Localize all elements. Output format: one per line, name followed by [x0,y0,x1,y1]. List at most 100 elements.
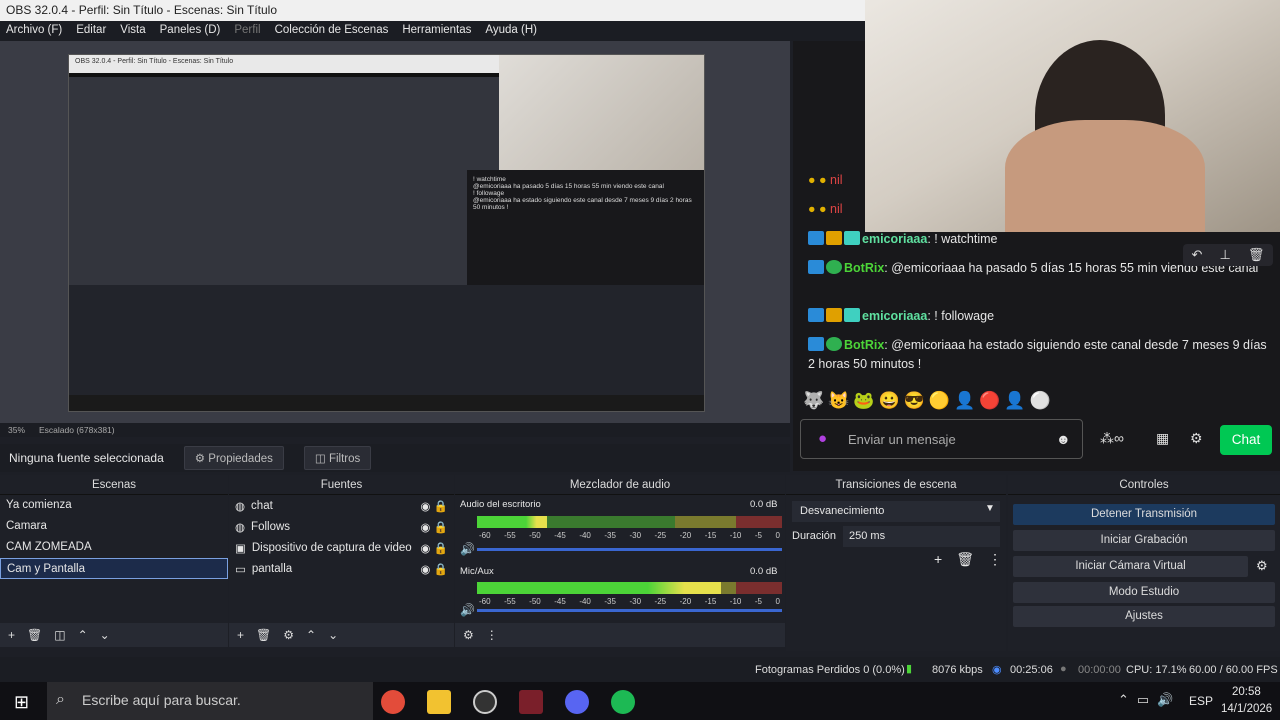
chrome-icon[interactable] [381,690,405,714]
lock-icon[interactable]: 🔒 [434,499,448,513]
badge-icon [808,337,824,351]
pin-icon[interactable]: ⊥ [1220,247,1231,263]
trash-icon[interactable]: 🗑 [256,628,271,642]
app-icon[interactable] [519,690,543,714]
scene-item[interactable]: Camara [0,516,228,537]
dropped-frames: Fotogramas Perdidos 0 (0.0%) [755,664,905,676]
transition-select[interactable]: Desvanecimiento [792,501,1000,522]
trash-icon[interactable]: 🗑 [956,551,974,568]
gear-icon[interactable]: ⚙ [1256,558,1268,574]
duration-input[interactable]: 250 ms [843,526,1000,547]
controls-title: Controles [1008,475,1280,495]
menu-vista[interactable]: Vista [120,24,145,41]
source-item[interactable]: ▭ pantalla ◉ 🔒 [229,558,454,579]
cpu-usage: CPU: 17.1% [1126,664,1187,676]
mic-icon[interactable]: ● [818,430,827,447]
filter-icon: ◫ [314,453,329,465]
source-item[interactable]: ▣ Dispositivo de captura de video ◉ 🔒 [229,537,454,558]
stop-stream-button[interactable]: Detener Transmisión [1013,504,1275,525]
taskbar-search[interactable]: Escribe aquí para buscar. [47,682,373,720]
volume-icon[interactable]: 🔊 [460,542,475,556]
up-icon[interactable]: ⌃ [78,628,88,642]
more-icon[interactable]: ⋮ [988,551,1002,568]
menu-archivo[interactable]: Archivo (F) [6,24,62,41]
nested-chat-line: @emicoriaaa ha estado siguiendo este can… [473,197,692,211]
eye-icon[interactable]: ◉ [420,562,430,576]
windows-start-icon[interactable]: ⊞ [14,692,29,713]
clock-date: 14/1/2026 [1221,703,1273,715]
nested-chat: ! watchtime @emicoriaaa ha pasado 5 días… [467,170,704,285]
meter-fill [477,582,721,594]
obs-icon[interactable] [473,690,497,714]
audio-meter [477,516,782,528]
virtual-camera-button[interactable]: Iniciar Cámara Virtual [1013,556,1248,577]
more-icon[interactable]: ⋮ [486,628,498,642]
lock-icon[interactable]: 🔒 [434,520,448,534]
rec-icon: ● [1060,663,1067,675]
store-icon[interactable]: ▦ [1156,430,1169,447]
monitor-icon: ▭ [235,563,246,576]
zoom-level[interactable]: 35% [8,425,25,435]
eye-icon[interactable]: ◉ [420,499,430,513]
filter-icon[interactable]: ◫ [54,628,65,642]
scene-item-selected[interactable]: Cam y Pantalla [0,558,228,579]
settings-icon[interactable]: ⚙ [1190,430,1203,447]
menu-coleccion[interactable]: Colección de Escenas [275,24,389,41]
folder-icon[interactable] [427,690,451,714]
menu-editar[interactable]: Editar [76,24,106,41]
tray-icons[interactable]: ⌃▭🔊 [1118,692,1181,708]
preview-canvas[interactable]: OBS 32.0.4 - Perfil: Sin Título - Escena… [68,54,705,412]
studio-mode-button[interactable]: Modo Estudio [1013,582,1275,603]
nested-chat-line: ! followage [473,190,505,197]
search-icon: ⌕ [56,691,65,708]
scene-item[interactable]: CAM ZOMEADA [0,537,228,558]
add-icon[interactable]: + [8,628,15,642]
gear-icon[interactable]: ⚙ [283,628,294,642]
filters-button[interactable]: ◫ Filtros [303,446,372,470]
settings-button[interactable]: Ajustes [1013,606,1275,627]
rec-time: 00:00:00 [1078,664,1121,676]
properties-button[interactable]: ⚙ Propiedades [183,446,284,470]
lock-icon[interactable]: 🔒 [434,562,448,576]
eye-icon[interactable]: ◉ [420,541,430,555]
nested-docks [69,285,704,395]
nested-preview [69,77,499,302]
source-item[interactable]: ◍ chat ◉ 🔒 [229,495,454,516]
menu-perfil[interactable]: Perfil [234,24,260,41]
chat-send-button[interactable]: Chat [1220,425,1272,455]
gear-icon[interactable]: ⚙ [463,628,474,642]
emote-bar[interactable]: 🐺😺🐸😀😎🟡👤🔴👤⚪ [803,391,1055,411]
volume-slider[interactable] [477,548,782,551]
trash-icon[interactable]: 🗑 [27,628,42,642]
zoom-bar: 35% Escalado (678x381) [0,423,790,437]
scale-label[interactable]: Escalado (678x381) [39,425,115,435]
chat-input[interactable]: Enviar un mensaje [800,419,1083,459]
nested-chat-line: ! watchtime [473,176,506,183]
discord-icon[interactable] [565,690,589,714]
language[interactable]: ESP [1189,694,1213,708]
volume-slider[interactable] [477,609,782,612]
eye-icon[interactable]: ◉ [420,520,430,534]
live-time: 00:25:06 [1010,664,1053,676]
lock-icon[interactable]: 🔒 [434,541,448,555]
down-icon[interactable]: ⌄ [100,628,110,642]
add-icon[interactable]: + [934,551,942,568]
down-icon[interactable]: ⌄ [328,628,338,642]
source-item[interactable]: ◍ Follows ◉ 🔒 [229,516,454,537]
coin-icon: ● ● [808,202,831,216]
trash-icon[interactable]: 🗑 [1248,247,1265,263]
add-icon[interactable]: + [237,628,244,642]
scene-item[interactable]: Ya comienza [0,495,228,516]
menu-herramientas[interactable]: Herramientas [402,24,471,41]
start-recording-button[interactable]: Iniciar Grabación [1013,530,1275,551]
audio-meter [477,582,782,594]
spotify-icon[interactable] [611,690,635,714]
chat-message: BotRix: @emicoriaaa ha estado siguiendo … [808,337,1267,371]
reply-icon[interactable]: ↶ [1192,247,1203,263]
volume-icon[interactable]: 🔊 [460,603,475,617]
connections-icon[interactable]: ⁂∞ [1100,430,1124,447]
menu-paneles[interactable]: Paneles (D) [160,24,221,41]
menu-ayuda[interactable]: Ayuda (H) [485,24,537,41]
up-icon[interactable]: ⌃ [306,628,316,642]
emoji-icon[interactable]: ☻ [1056,431,1071,447]
